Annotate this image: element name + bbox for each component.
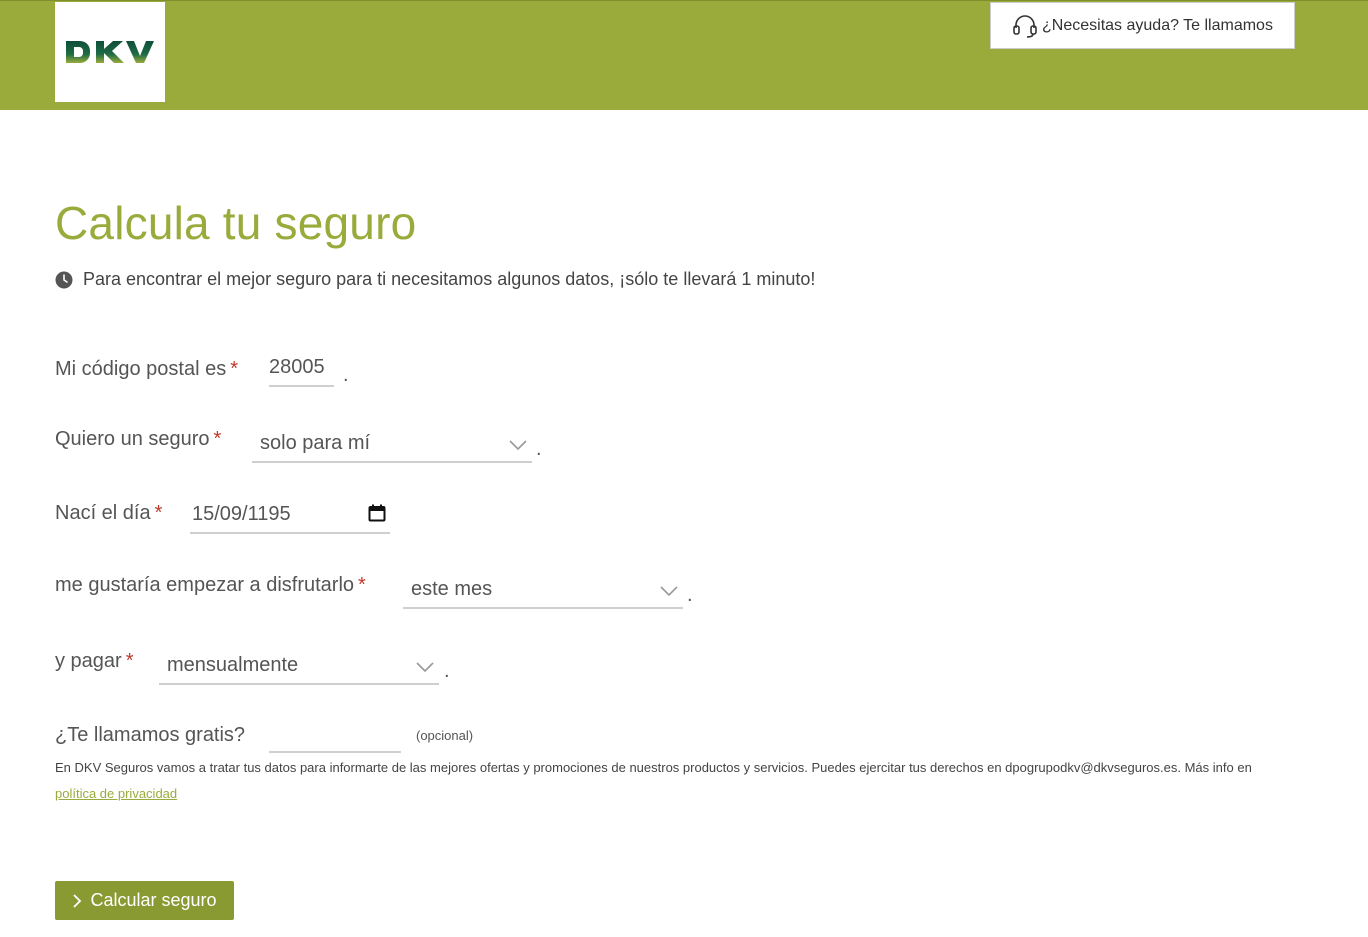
required-mark: * bbox=[230, 358, 238, 380]
period: . bbox=[343, 364, 349, 386]
payment-label-text: y pagar bbox=[55, 650, 122, 672]
calculate-button[interactable]: Calcular seguro bbox=[55, 881, 234, 920]
help-call-label: ¿Necesitas ayuda? Te llamamos bbox=[1042, 16, 1273, 34]
period: . bbox=[444, 660, 450, 682]
calendar-icon[interactable] bbox=[368, 504, 386, 522]
birth-date-label: Nací el día * bbox=[55, 502, 162, 525]
required-mark: * bbox=[213, 428, 222, 450]
birth-date-label-text: Nací el día bbox=[55, 502, 151, 524]
period: . bbox=[687, 584, 693, 606]
top-header: ¿Necesitas ayuda? Te llamamos bbox=[0, 0, 1368, 110]
required-mark: * bbox=[154, 502, 163, 524]
postal-code-label-text: Mi código postal es bbox=[55, 358, 227, 380]
required-mark: * bbox=[358, 574, 366, 596]
birth-date-value: 15/09/1195 bbox=[192, 503, 291, 525]
postal-code-input[interactable]: 28005 bbox=[269, 356, 334, 387]
insurance-for-value: solo para mí bbox=[260, 432, 371, 454]
privacy-notice-text: En DKV Seguros vamos a tratar tus datos … bbox=[55, 760, 1252, 775]
chevron-down-icon bbox=[660, 586, 678, 597]
clock-icon bbox=[55, 271, 73, 288]
payment-value: mensualmente bbox=[167, 654, 299, 676]
privacy-policy-link[interactable]: política de privacidad bbox=[55, 786, 177, 801]
start-date-value: este mes bbox=[411, 578, 493, 600]
payment-select[interactable]: mensualmente bbox=[159, 648, 439, 685]
dkv-logo[interactable] bbox=[55, 2, 165, 102]
intro-label: Para encontrar el mejor seguro para ti n… bbox=[83, 269, 816, 289]
postal-code-label: Mi código postal es * bbox=[55, 358, 238, 381]
optional-hint: (opcional) bbox=[416, 728, 474, 743]
calculate-button-label: Calcular seguro bbox=[90, 890, 217, 910]
phone-input[interactable] bbox=[269, 722, 401, 753]
phone-label: ¿Te llamamos gratis? bbox=[55, 724, 246, 746]
payment-label: y pagar * bbox=[55, 650, 134, 673]
chevron-down-icon bbox=[509, 440, 527, 451]
start-date-label: me gustaría empezar a disfrutarlo * bbox=[55, 574, 366, 597]
start-date-select[interactable]: este mes bbox=[403, 572, 683, 609]
insurance-for-select[interactable]: solo para mí bbox=[252, 426, 532, 463]
privacy-notice: En DKV Seguros vamos a tratar tus datos … bbox=[55, 755, 1295, 807]
chevron-down-icon bbox=[416, 662, 434, 673]
intro-text: Para encontrar el mejor seguro para ti n… bbox=[55, 269, 815, 290]
insurance-for-label-text: Quiero un seguro bbox=[55, 428, 210, 450]
birth-date-input[interactable]: 15/09/1195 bbox=[190, 500, 390, 534]
start-date-label-text: me gustaría empezar a disfrutarlo bbox=[55, 574, 355, 596]
insurance-for-label: Quiero un seguro * bbox=[55, 428, 221, 451]
postal-code-value: 28005 bbox=[269, 356, 325, 378]
chevron-right-icon bbox=[73, 893, 82, 908]
page-title: Calcula tu seguro bbox=[55, 197, 417, 249]
period: . bbox=[536, 438, 542, 460]
headset-icon bbox=[1013, 14, 1037, 38]
required-mark: * bbox=[125, 650, 134, 672]
help-call-button[interactable]: ¿Necesitas ayuda? Te llamamos bbox=[990, 2, 1295, 49]
dkv-logo-mark bbox=[66, 41, 154, 63]
